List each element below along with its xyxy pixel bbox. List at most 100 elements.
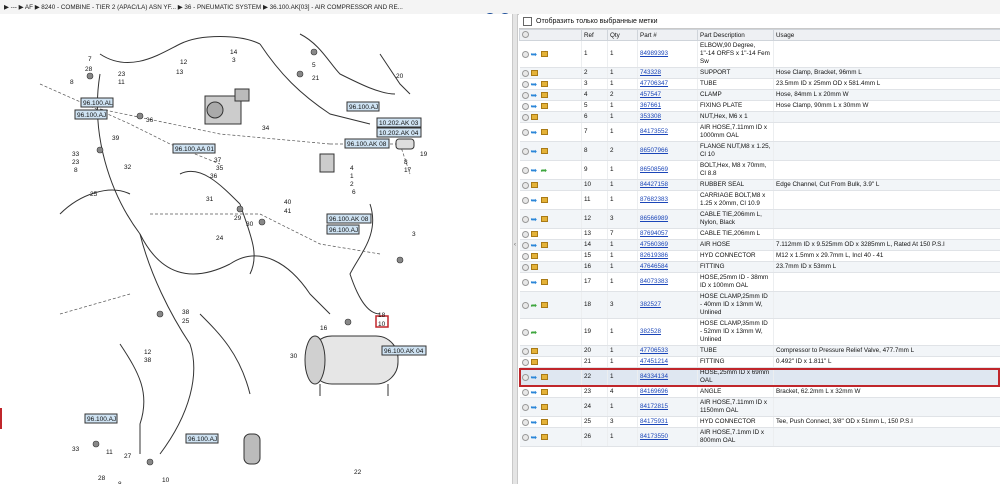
info-arrow-icon[interactable]: ➥ [531, 166, 539, 174]
row-part-number[interactable]: 84334134 [637, 367, 698, 387]
cart-box-icon[interactable] [530, 114, 538, 120]
select-circle-icon[interactable] [521, 102, 529, 110]
table-row[interactable]: ➥ 5 1 367661 FIXING PLATE Hose Clamp, 90mm L … [519, 100, 1000, 112]
select-all-column[interactable] [519, 29, 582, 41]
select-circle-icon[interactable] [521, 433, 529, 441]
table-row[interactable]: 20 1 47706533 TUBE Compressor to Pressure Re… [519, 345, 1000, 357]
row-part-number[interactable]: 47451214 [637, 356, 698, 368]
select-circle-icon[interactable] [521, 80, 529, 88]
select-circle-icon[interactable] [521, 69, 529, 77]
row-part-number[interactable]: 47646584 [637, 261, 698, 273]
table-row[interactable]: ➥ 12 3 86566989 CABLE TIE,206mm L, Nylon, Bl… [519, 209, 1000, 229]
table-row[interactable]: ➥ 26 1 84173550 AIR HOSE,7.1mm ID x 800mm OA… [519, 427, 1000, 447]
info-arrow-icon[interactable]: ➥ [531, 147, 539, 155]
select-circle-icon[interactable] [521, 328, 529, 336]
select-circle-icon[interactable] [521, 403, 529, 411]
table-row[interactable]: 16 1 47646584 FITTING 23.7mm ID x 53mm L [519, 261, 1000, 273]
column-header-ref[interactable]: Ref [581, 29, 608, 41]
breadcrumb-item[interactable]: --- [11, 4, 17, 11]
info-arrow-icon[interactable]: ➥ [531, 403, 539, 411]
table-row[interactable]: ➥ 3 1 47706347 TUBE 23.5mm ID x 25mm OD x 581… [519, 78, 1000, 90]
row-part-number[interactable]: 84169696 [637, 386, 698, 398]
table-row[interactable]: ➥ ➦ 9 1 86508569 BOLT,Hex, M8 x 70mm, Cl 8.8 [519, 160, 1000, 180]
info-arrow-icon[interactable]: ➥ [531, 433, 539, 441]
table-row[interactable]: ➥ 7 1 84173552 AIR HOSE,7.11mm ID x 1000mm O… [519, 122, 1000, 142]
select-circle-icon[interactable] [521, 230, 529, 238]
info-arrow-icon[interactable]: ➥ [531, 50, 539, 58]
cart-box-icon[interactable] [540, 419, 548, 425]
table-row[interactable]: ➥ 1 1 84989393 ELBOW,90 Degree, 1"-14 ORFS x… [519, 40, 1000, 68]
cart-box-icon[interactable] [540, 404, 548, 410]
cart-box-icon[interactable] [530, 231, 538, 237]
row-part-number[interactable]: 353308 [637, 111, 698, 123]
table-row[interactable]: ➥ 11 1 87682383 CARRIAGE BOLT,M8 x 1.25 x 20… [519, 190, 1000, 210]
table-row[interactable]: 10 1 84427158 RUBBER SEAL Edge Channel, Cut … [519, 179, 1000, 191]
cart-box-icon[interactable] [540, 216, 548, 222]
info-arrow-icon[interactable]: ➥ [531, 80, 539, 88]
select-circle-icon[interactable] [521, 181, 529, 189]
show-selected-checkbox[interactable] [523, 16, 532, 26]
table-row[interactable]: ➥ 23 4 84169696 ANGLE Bracket, 62.2mm L x 32m… [519, 386, 1000, 398]
select-circle-icon[interactable] [521, 252, 529, 260]
column-header-usage[interactable]: Usage [773, 29, 1000, 41]
table-row[interactable]: ➥ 17 1 84073383 HOSE,25mm ID - 38mm ID x 100… [519, 272, 1000, 292]
select-circle-icon[interactable] [521, 215, 529, 223]
table-row[interactable]: ➥ 14 1 47560369 AIR HOSE 7.112mm ID x 9.525mm… [519, 239, 1000, 251]
cart-box-icon[interactable] [530, 70, 538, 76]
splitter-handle[interactable]: ‹ [512, 14, 518, 484]
table-row[interactable]: ➦ 18 3 382527 HOSE CLAMP,25mm ID - 40mm ID x… [519, 291, 1000, 319]
row-part-number[interactable]: 47706347 [637, 78, 698, 90]
select-circle-icon[interactable] [521, 196, 529, 204]
select-circle-icon[interactable] [521, 166, 529, 174]
row-part-number[interactable]: 87682383 [637, 190, 698, 210]
info-arrow-icon[interactable]: ➥ [531, 418, 539, 426]
cart-box-icon[interactable] [540, 242, 548, 248]
substitute-arrow-icon[interactable]: ➦ [531, 328, 539, 336]
row-part-number[interactable]: 367661 [637, 100, 698, 112]
select-circle-icon[interactable] [521, 301, 529, 309]
row-part-number[interactable]: 84989393 [637, 40, 698, 68]
cart-box-icon[interactable] [540, 197, 548, 203]
info-arrow-icon[interactable]: ➥ [531, 128, 539, 136]
table-row[interactable]: ➥ 25 3 84175931 HYD CONNECTOR Tee, Push Conne… [519, 416, 1000, 428]
select-circle-icon[interactable] [521, 278, 529, 286]
substitute-arrow-icon[interactable]: ➦ [541, 166, 549, 174]
info-arrow-icon[interactable]: ➥ [531, 215, 539, 223]
cart-box-icon[interactable] [540, 302, 548, 308]
cart-box-icon[interactable] [540, 92, 548, 98]
select-circle-icon[interactable] [521, 50, 529, 58]
cart-box-icon[interactable] [540, 434, 548, 440]
row-part-number[interactable]: 84172815 [637, 397, 698, 417]
cart-box-icon[interactable] [530, 264, 538, 270]
row-part-number[interactable]: 457547 [637, 89, 698, 101]
row-part-number[interactable]: 84175931 [637, 416, 698, 428]
select-circle-icon[interactable] [521, 418, 529, 426]
cart-box-icon[interactable] [540, 103, 548, 109]
row-part-number[interactable]: 86566989 [637, 209, 698, 229]
select-circle-icon[interactable] [521, 347, 529, 355]
table-row[interactable]: ➥ 4 2 457547 CLAMP Hose, 84mm L x 20mm W [519, 89, 1000, 101]
row-part-number[interactable]: 86508569 [637, 160, 698, 180]
cart-box-icon[interactable] [540, 279, 548, 285]
table-row[interactable]: ➥ 8 2 86507966 FLANGE NUT,M8 x 1.25, Cl 10 [519, 141, 1000, 161]
select-circle-icon[interactable] [521, 263, 529, 271]
table-row[interactable]: ➥ 22 1 84334134 HOSE,25mm ID x 69mm OAL [519, 367, 1000, 387]
cart-box-icon[interactable] [530, 253, 538, 259]
row-part-number[interactable]: 84073383 [637, 272, 698, 292]
table-row[interactable]: 2 1 743328 SUPPORT Hose Clamp, Bracket, 96mm… [519, 67, 1000, 79]
breadcrumb-item[interactable]: 36.100.AK[03] - AIR COMPRESSOR AND RE... [270, 4, 403, 11]
info-arrow-icon[interactable]: ➥ [531, 373, 539, 381]
select-circle-icon[interactable] [521, 113, 529, 121]
row-part-number[interactable]: 84173550 [637, 427, 698, 447]
cart-box-icon[interactable] [540, 129, 548, 135]
row-part-number[interactable]: 382527 [637, 291, 698, 319]
breadcrumb-item[interactable]: 8240 - COMBINE - TIER 2 (APAC/LA) ASN YF… [41, 4, 176, 11]
info-arrow-icon[interactable]: ➥ [531, 241, 539, 249]
select-circle-icon[interactable] [521, 91, 529, 99]
table-row[interactable]: ➦ 19 1 382528 HOSE CLAMP,35mm ID - 52mm ID x… [519, 318, 1000, 346]
select-all-icon[interactable] [522, 30, 529, 38]
row-part-number[interactable]: 743328 [637, 67, 698, 79]
cart-box-icon[interactable] [530, 182, 538, 188]
row-part-number[interactable]: 87694057 [637, 228, 698, 240]
cart-box-icon[interactable] [530, 359, 538, 365]
